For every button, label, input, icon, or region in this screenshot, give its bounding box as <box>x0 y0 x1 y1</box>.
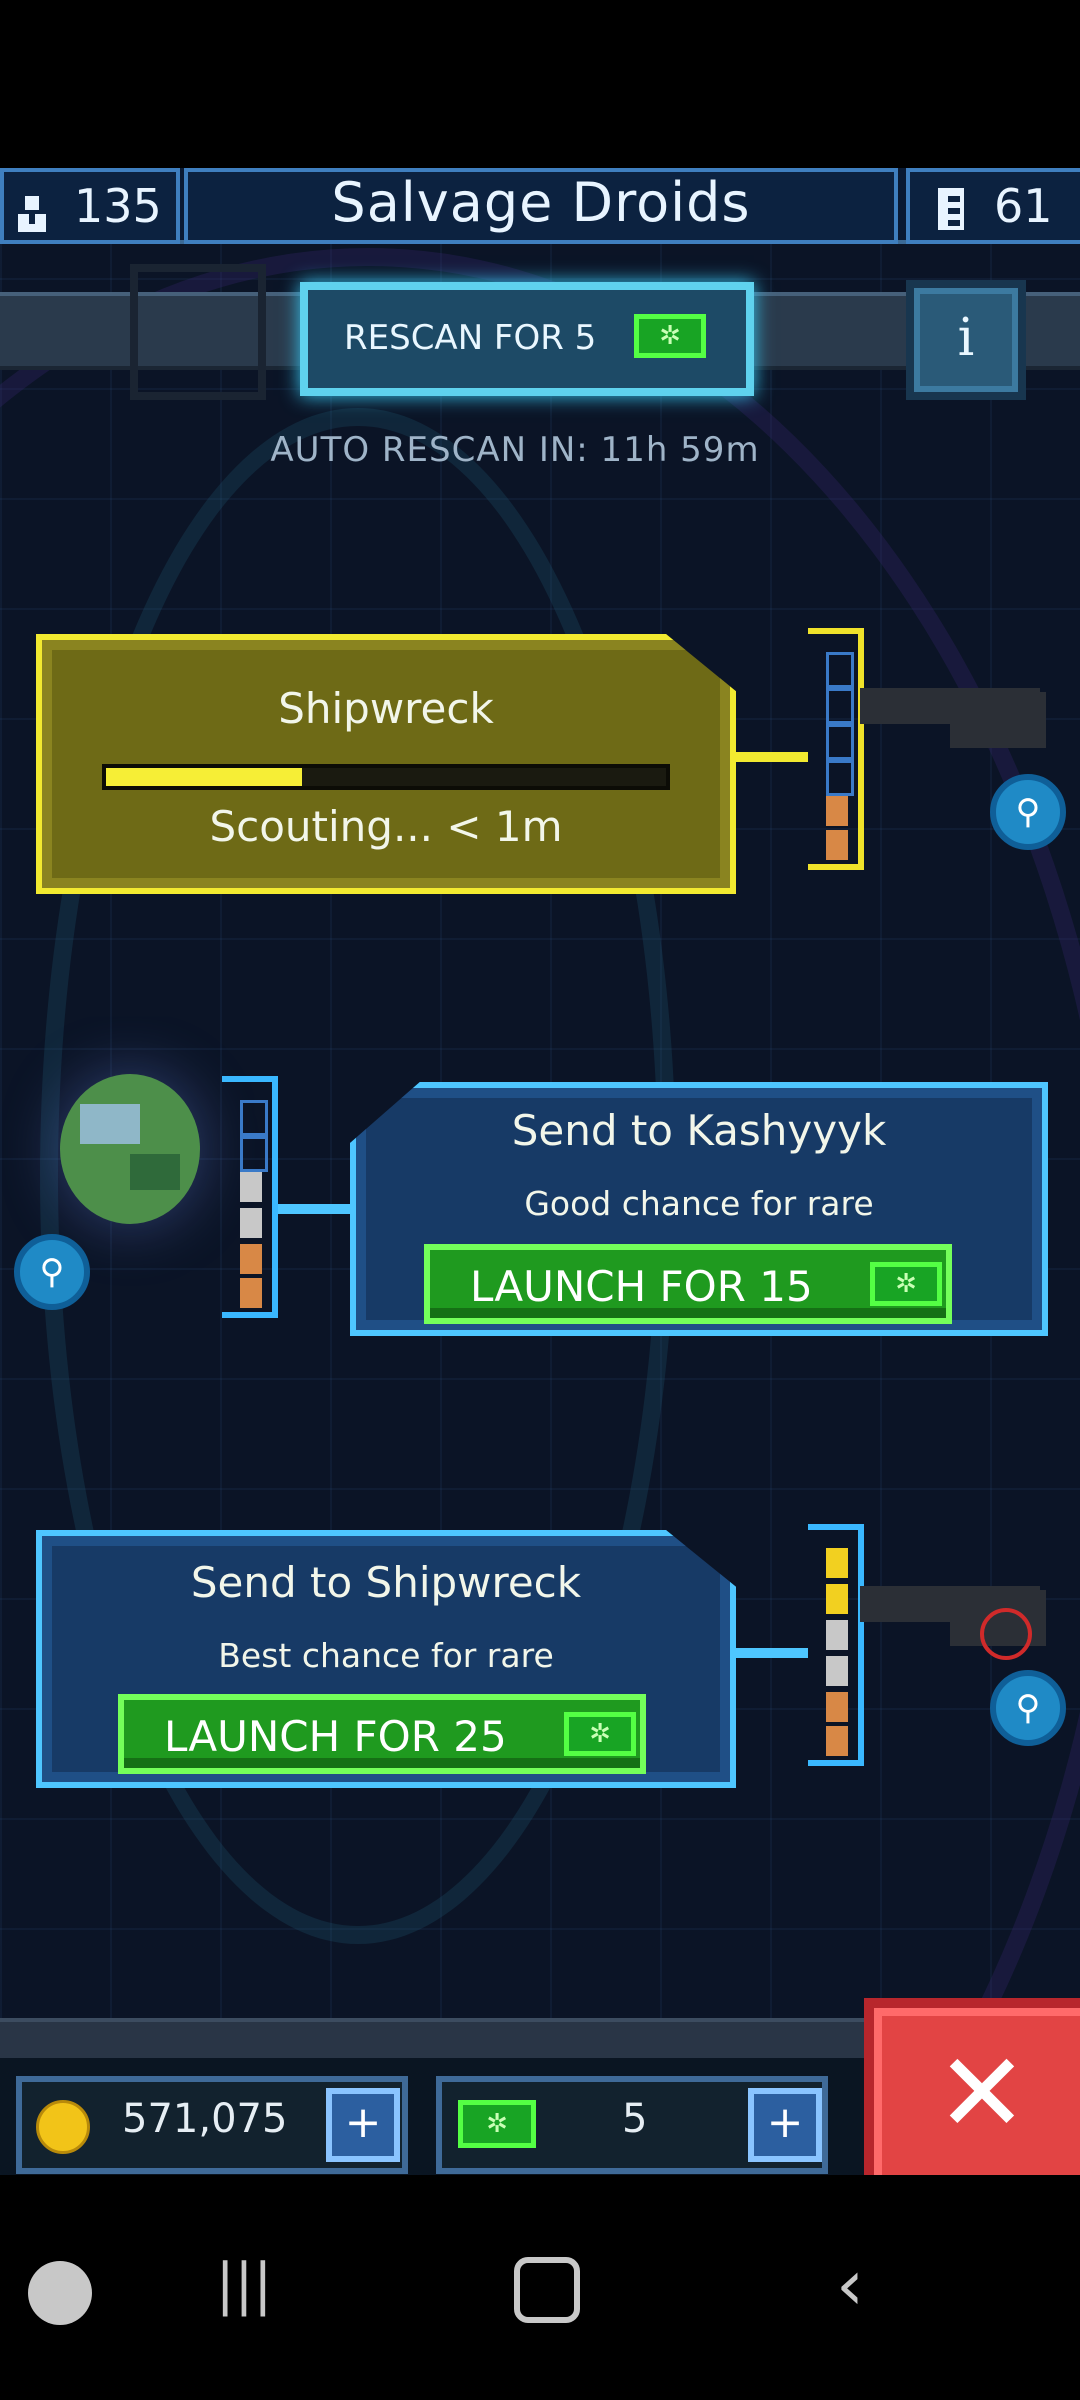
launch-button-shipwreck[interactable]: LAUNCH FOR 25 ✲ <box>118 1694 646 1774</box>
magnifier-button[interactable]: ⚲ <box>990 1670 1066 1746</box>
magnifier-icon: ⚲ <box>1015 1688 1041 1728</box>
mission-subtitle: Good chance for rare <box>524 1184 874 1223</box>
crystal-icon: ✲ <box>564 1712 636 1756</box>
crystal-icon: ✲ <box>870 1262 942 1306</box>
launch-label: LAUNCH FOR 25 <box>164 1712 507 1761</box>
crew-counter: 135 <box>0 168 180 244</box>
mission-subtitle: Best chance for rare <box>218 1636 554 1675</box>
rarity-meter <box>808 1524 864 1766</box>
shipwreck-graphic <box>950 692 1046 748</box>
rarity-meter <box>808 628 864 870</box>
game-launcher-icon[interactable] <box>28 2261 92 2325</box>
target-marker <box>980 1608 1032 1660</box>
mission-status: Scouting... < 1m <box>209 802 563 851</box>
add-credits-button[interactable]: + <box>326 2088 400 2162</box>
crystal-icon: ✲ <box>634 314 706 358</box>
back-icon[interactable]: ‹ <box>820 2245 880 2325</box>
crystals-amount: 5 <box>622 2096 648 2142</box>
parts-counter: 61 <box>906 168 1080 244</box>
scouting-progress-bar <box>102 764 670 790</box>
launch-label: LAUNCH FOR 15 <box>470 1262 813 1311</box>
rescan-label: RESCAN FOR 5 <box>344 318 597 358</box>
credits-amount: 571,075 <box>122 2096 288 2142</box>
magnifier-icon: ⚲ <box>39 1252 65 1292</box>
close-icon: ✕ <box>935 2029 1029 2157</box>
add-crystals-button[interactable]: + <box>748 2088 822 2162</box>
connector-line <box>730 752 808 762</box>
top-bar: 135 Salvage Droids 61 <box>0 168 1080 244</box>
parts-count: 61 <box>994 179 1053 233</box>
coin-icon <box>36 2100 90 2154</box>
rail-decoration <box>130 264 266 400</box>
recent-apps-icon[interactable]: ||| <box>214 2255 274 2315</box>
info-button[interactable]: i <box>906 280 1026 400</box>
close-button[interactable]: ✕ <box>864 1998 1080 2175</box>
rarity-meter <box>222 1076 278 1318</box>
magnifier-icon: ⚲ <box>1015 792 1041 832</box>
mission-title: Send to Kashyyyk <box>511 1106 887 1155</box>
plus-icon: + <box>344 2097 382 2148</box>
connector-line <box>278 1204 350 1214</box>
connector-line <box>730 1648 808 1658</box>
rescan-button[interactable]: RESCAN FOR 5 ✲ <box>300 282 754 396</box>
scouting-progress-fill <box>106 768 302 786</box>
auto-rescan-timer: AUTO RESCAN IN: 11h 59m <box>270 430 760 470</box>
system-nav-bar: ||| ‹ <box>0 2175 1080 2400</box>
page-title: Salvage Droids <box>184 168 898 244</box>
droid-parts-icon <box>936 182 966 230</box>
game-screen: 135 Salvage Droids 61 RESCAN FOR 5 ✲ i A… <box>0 168 1080 2175</box>
planet-kashyyyk <box>60 1074 200 1224</box>
launch-button-kashyyyk[interactable]: LAUNCH FOR 15 ✲ <box>424 1244 952 1324</box>
mission-title: Shipwreck <box>278 684 494 733</box>
mission-title: Send to Shipwreck <box>190 1558 582 1607</box>
crew-count: 135 <box>74 179 162 233</box>
magnifier-button[interactable]: ⚲ <box>990 774 1066 850</box>
person-icon <box>14 184 50 232</box>
info-icon: i <box>957 308 975 368</box>
mission-card-shipwreck-scouting[interactable]: Shipwreck Scouting... < 1m <box>36 634 736 894</box>
crystal-icon: ✲ <box>458 2100 536 2148</box>
magnifier-button[interactable]: ⚲ <box>14 1234 90 1310</box>
plus-icon: + <box>766 2097 804 2148</box>
home-icon[interactable] <box>514 2257 580 2323</box>
